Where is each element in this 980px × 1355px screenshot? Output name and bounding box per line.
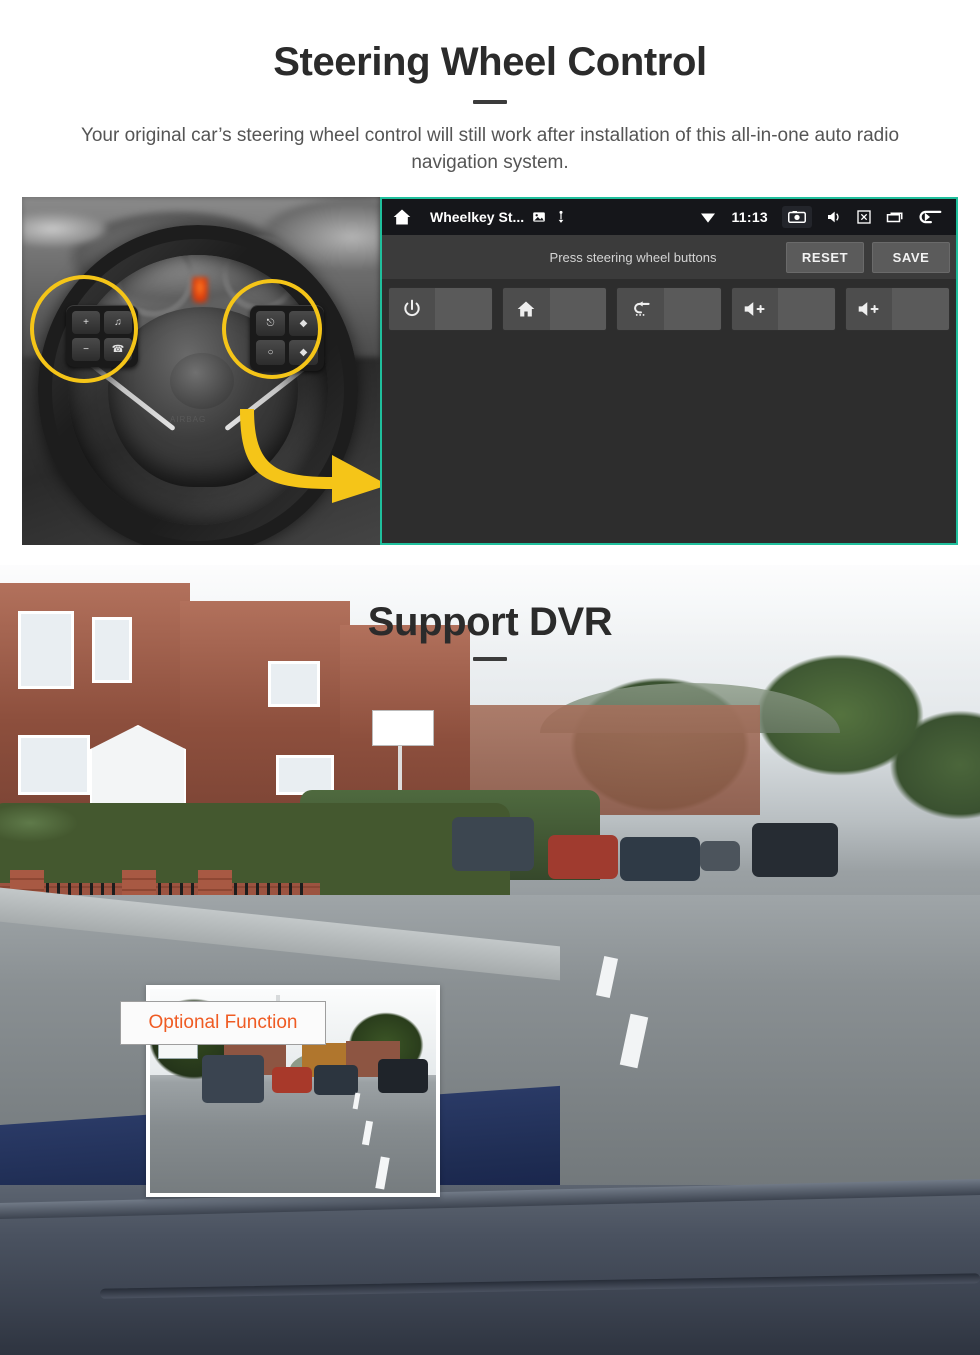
window-5 [276,755,334,795]
key-cell-back[interactable] [616,287,722,331]
close-box-icon[interactable] [856,209,872,225]
key-cell-volume-up[interactable] [730,287,836,331]
steering-wheel-control-section: Steering Wheel Control Your original car… [0,0,980,565]
toolbar-hint: Press steering wheel buttons [549,249,717,265]
dvr-title-divider [473,657,507,661]
highlight-circle-right [222,279,322,379]
airbag-label: AIRBAG [170,415,207,424]
image-icon [532,210,546,224]
key-cell-home[interactable] [502,287,608,331]
key-value [778,288,835,330]
back-arrow-icon[interactable] [918,208,942,226]
airbag-cover [170,353,234,409]
key-value [892,288,950,330]
head-unit-screenshot: Wheelkey St... 11:13 Press steering whee… [380,197,958,545]
usb-icon [554,209,568,225]
key-value [663,288,721,330]
key-value [549,288,607,330]
title-divider [473,100,507,104]
steering-wheel-photo: AIRBAG + ♫ − ☎ ⎋ ◆ ○ ◆ [22,197,380,545]
parked-car-3 [620,837,700,881]
home-icon [503,288,550,330]
key-cell-volume-up-2[interactable] [844,287,951,331]
key-value [435,288,493,330]
recent-apps-icon[interactable] [886,210,904,224]
product-detail-page: Steering Wheel Control Your original car… [0,0,980,1355]
back-icon [617,288,664,330]
inset-road [150,1082,436,1193]
volume-up-icon [731,288,779,330]
wheelkey-body [382,279,956,543]
inset-car-red [272,1067,312,1093]
android-status-bar: Wheelkey St... 11:13 [382,199,956,235]
optional-function-button[interactable]: Optional Function [120,1001,326,1045]
save-button[interactable]: SAVE [872,241,950,273]
page-title: Steering Wheel Control [273,40,707,84]
parked-car-5 [700,841,740,871]
highlight-circle-left [30,275,138,383]
window-3 [18,735,90,795]
yellow-arrow-icon [240,409,380,503]
parked-car-1 [452,817,534,871]
status-clock: 11:13 [731,209,768,225]
dvr-title: Support DVR [367,600,613,644]
for-sale-sign [372,710,434,746]
app-title: Wheelkey St... [430,209,525,225]
power-icon [389,288,436,330]
window-4 [268,661,320,707]
camera-icon[interactable] [782,206,812,228]
home-icon[interactable] [392,207,412,227]
wifi-icon [699,210,717,224]
key-cell-power[interactable] [388,287,494,331]
section-subtitle: Your original car’s steering wheel contr… [80,125,900,173]
status-bar-left: Wheelkey St... [392,207,568,227]
support-dvr-section: Support DVR (Optional function, re [0,565,980,1355]
inset-car-dark [314,1065,358,1095]
inset-car-black [378,1059,428,1093]
parked-car-4 [752,823,838,877]
volume-up-icon [845,288,893,330]
status-bar-right: 11:13 [699,206,946,228]
reset-button[interactable]: RESET [786,241,864,273]
wheelkey-toolbar: Press steering wheel buttons RESET SAVE [382,235,956,279]
parked-car-2 [548,835,618,879]
inset-car-suv [202,1055,264,1103]
volume-mute-icon[interactable] [826,209,842,225]
wheelkey-row [388,287,951,331]
